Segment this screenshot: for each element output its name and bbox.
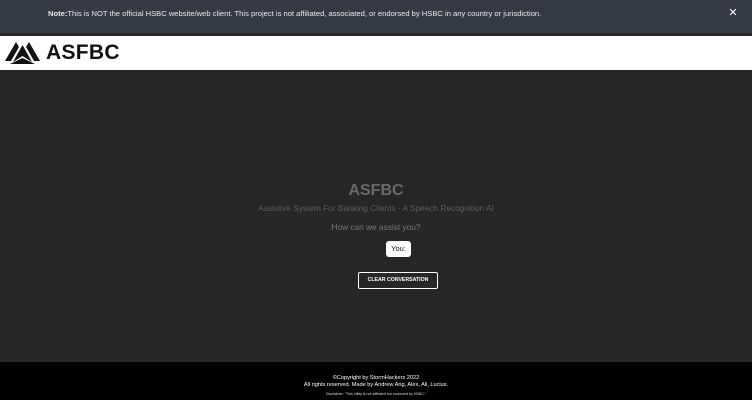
user-message-bubble: You:	[386, 241, 411, 257]
hero-title: ASFBC	[348, 182, 404, 199]
notice-banner: Note:This is NOT the official HSBC websi…	[0, 0, 752, 33]
footer-rights: All rights reserved. Made by Andrew Ang,…	[303, 382, 449, 388]
notice-text: This is NOT the official HSBC website/we…	[67, 9, 542, 18]
notice-label: Note:	[48, 9, 68, 18]
clear-conversation-button[interactable]: CLEAR CONVERSATION	[358, 272, 438, 289]
close-icon[interactable]: ✕	[726, 0, 740, 28]
hero-subtitle: Assistive System For Banking Clients - A…	[258, 203, 494, 213]
main-content: ASFBC Assistive System For Banking Clien…	[0, 70, 752, 362]
footer: ©Copyright by StormHackers 2022 All righ…	[0, 362, 752, 400]
logo-link[interactable]: ASFBC	[5, 41, 120, 65]
header: ASFBC	[0, 36, 752, 70]
footer-copyright: ©Copyright by StormHackers 2022	[332, 375, 420, 381]
logo-icon	[5, 42, 40, 64]
logo-text: ASFBC	[46, 41, 120, 64]
footer-disclaimer: Disclaimer: "This utility is not affilia…	[325, 392, 427, 396]
page: Note:This is NOT the official HSBC websi…	[0, 0, 752, 400]
assist-prompt: How can we assist you?	[331, 222, 421, 232]
